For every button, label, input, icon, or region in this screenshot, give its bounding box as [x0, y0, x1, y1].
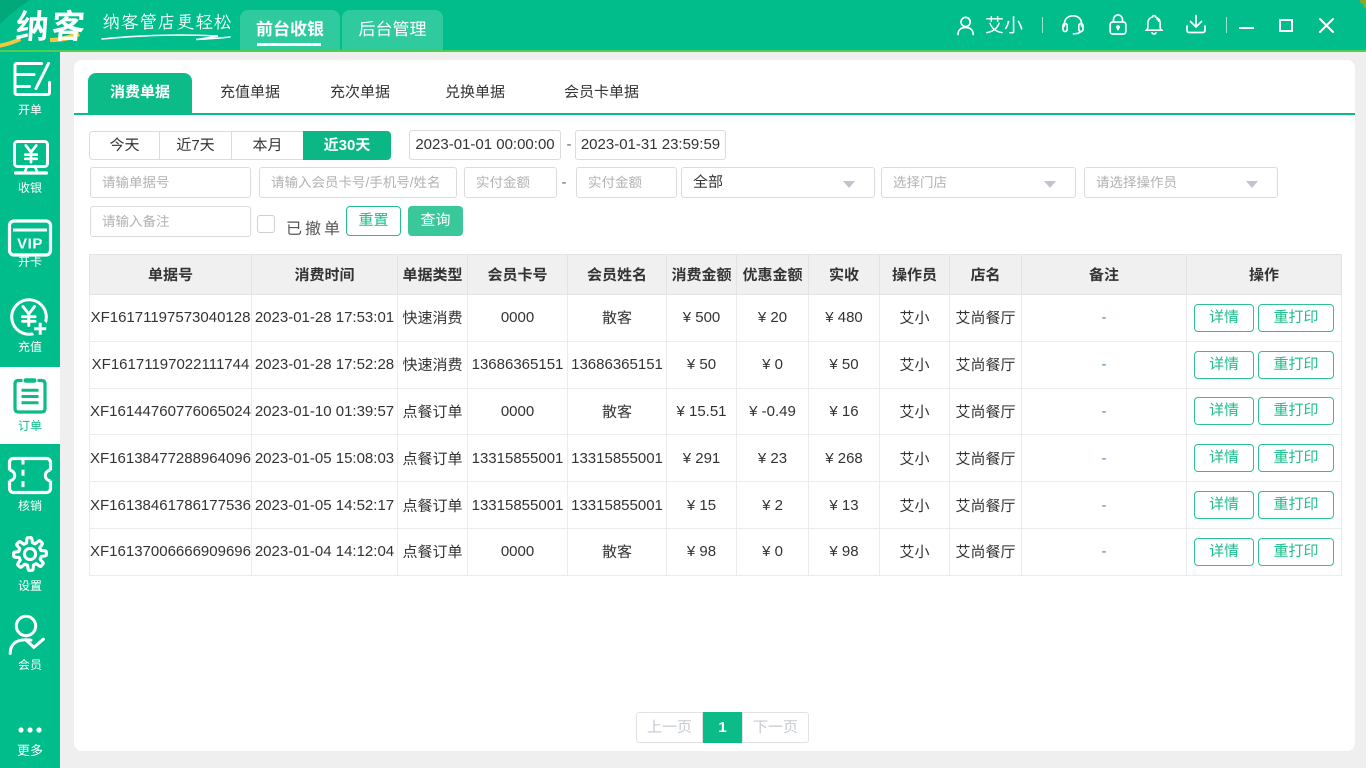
svg-text:VIP: VIP — [17, 236, 43, 253]
